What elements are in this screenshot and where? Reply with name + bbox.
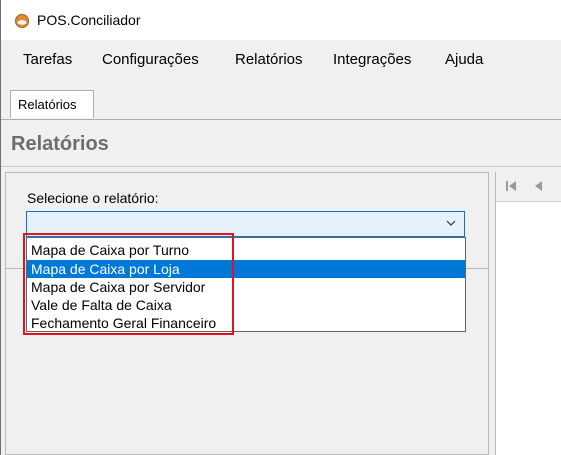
report-viewer-panel bbox=[495, 172, 561, 455]
page-title: Relatórios bbox=[11, 133, 109, 155]
dropdown-option-vale-falta-caixa[interactable]: Vale de Falta de Caixa bbox=[27, 296, 465, 314]
title-bar: POS.Conciliador bbox=[1, 0, 561, 40]
menu-integracoes[interactable]: Integrações bbox=[333, 51, 411, 68]
report-combobox[interactable] bbox=[26, 211, 465, 237]
app-window: POS.Conciliador Tarefas Configurações Re… bbox=[0, 0, 561, 455]
select-report-label: Selecione o relatório: bbox=[27, 190, 159, 206]
pos-logo-icon bbox=[15, 14, 29, 28]
chevron-down-icon[interactable] bbox=[446, 218, 456, 228]
dropdown-option-mapa-caixa-loja[interactable]: Mapa de Caixa por Loja bbox=[27, 260, 465, 278]
report-dropdown-list: Mapa de Caixa por Turno Mapa de Caixa po… bbox=[26, 237, 466, 332]
tab-divider bbox=[1, 119, 561, 120]
menu-relatorios[interactable]: Relatórios bbox=[235, 51, 303, 68]
tab-strip: Relatórios bbox=[1, 78, 561, 120]
menu-bar: Tarefas Configurações Relatórios Integra… bbox=[1, 40, 561, 78]
dropdown-option-fechamento-geral[interactable]: Fechamento Geral Financeiro bbox=[27, 314, 465, 332]
tab-label: Relatórios bbox=[18, 97, 77, 112]
menu-tarefas[interactable]: Tarefas bbox=[23, 51, 72, 68]
menu-configuracoes[interactable]: Configurações bbox=[102, 51, 199, 68]
previous-page-icon[interactable] bbox=[532, 179, 546, 193]
dropdown-option-mapa-caixa-turno[interactable]: Mapa de Caixa por Turno bbox=[27, 241, 465, 259]
menu-ajuda[interactable]: Ajuda bbox=[445, 51, 483, 68]
first-page-icon[interactable] bbox=[504, 179, 518, 193]
dropdown-option-mapa-caixa-servidor[interactable]: Mapa de Caixa por Servidor bbox=[27, 278, 465, 296]
tab-relatorios[interactable]: Relatórios bbox=[10, 90, 94, 118]
section-divider bbox=[1, 166, 561, 167]
window-title: POS.Conciliador bbox=[37, 12, 141, 28]
